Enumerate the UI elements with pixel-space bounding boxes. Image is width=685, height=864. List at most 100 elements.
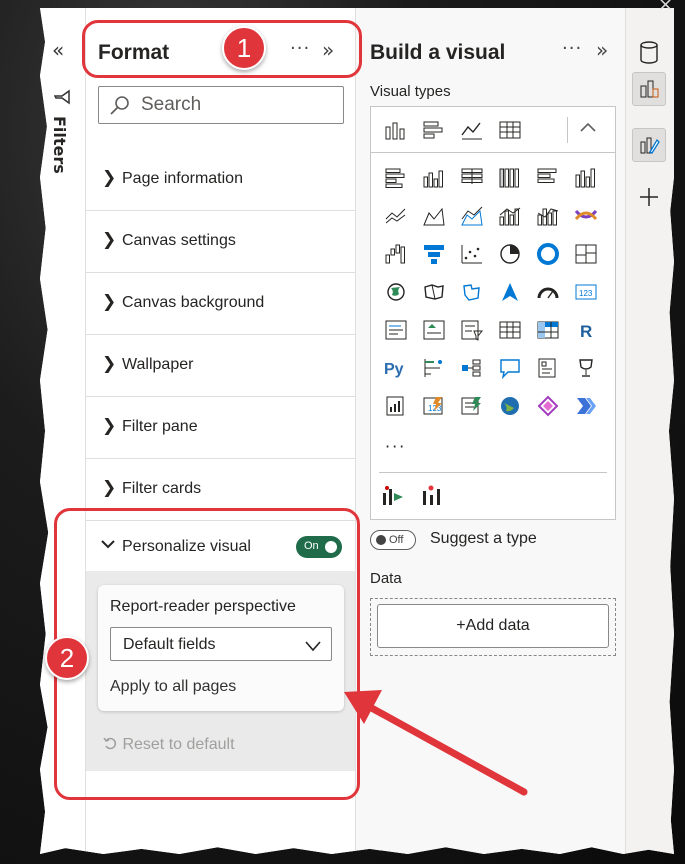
format-visual-icon[interactable] xyxy=(632,128,666,162)
callout-box-2 xyxy=(54,508,360,800)
plus-icon[interactable] xyxy=(632,180,666,214)
section-label: Wallpaper xyxy=(122,356,194,373)
power-automate-icon[interactable] xyxy=(453,387,491,425)
kpi-icon[interactable] xyxy=(415,311,453,349)
format-search[interactable] xyxy=(98,86,344,124)
app-window: « Filters Format ··· » ❯ Page informatio… xyxy=(40,8,674,854)
goals-icon[interactable] xyxy=(567,349,605,387)
toggle-state: Off xyxy=(389,534,404,546)
smart-narrative-icon[interactable] xyxy=(529,349,567,387)
section-label: Filter pane xyxy=(122,418,198,435)
close-icon[interactable]: × xyxy=(658,0,673,15)
paginated-report-icon[interactable] xyxy=(377,387,415,425)
custom-visual-icon[interactable] xyxy=(567,387,605,425)
area-chart-icon[interactable] xyxy=(415,197,453,235)
section-label: Page information xyxy=(122,170,243,187)
card-icon[interactable]: 123 xyxy=(567,273,605,311)
section-label: Canvas settings xyxy=(122,232,236,249)
scatter-chart-icon[interactable] xyxy=(453,235,491,273)
search-input[interactable] xyxy=(141,93,331,117)
svg-text:Py: Py xyxy=(384,361,404,378)
section-filter-pane[interactable]: ❯ Filter pane xyxy=(86,398,355,459)
section-wallpaper[interactable]: ❯ Wallpaper xyxy=(86,336,355,397)
line-chart-icon[interactable] xyxy=(453,111,491,149)
svg-text:R: R xyxy=(580,322,592,341)
section-canvas-settings[interactable]: ❯ Canvas settings xyxy=(86,212,355,273)
chevron-right-icon: ❯ xyxy=(102,416,117,436)
suggest-type-label: Suggest a type xyxy=(430,530,537,547)
suggest-type-toggle[interactable]: Off xyxy=(370,530,416,550)
clustered-bar-chart-icon[interactable] xyxy=(377,159,415,197)
map-icon[interactable] xyxy=(377,273,415,311)
line-clustered-column-icon[interactable] xyxy=(529,197,567,235)
chevron-right-icon: ❯ xyxy=(102,168,117,188)
chevron-right-icon: ❯ xyxy=(102,292,117,312)
data-label: Data xyxy=(370,570,402,587)
decomposition-tree-icon[interactable] xyxy=(453,349,491,387)
right-rail xyxy=(626,8,674,854)
svg-text:123: 123 xyxy=(579,289,593,298)
funnel-icon xyxy=(53,88,70,110)
filters-label[interactable]: Filters xyxy=(50,116,69,174)
more-options-icon[interactable]: ··· xyxy=(562,38,582,59)
visual-types-grid: 123 R Py 123 xyxy=(377,159,605,425)
power-apps-icon[interactable]: 123 xyxy=(415,387,453,425)
visual-types-recent xyxy=(371,107,615,153)
custom-visual-icon-2[interactable] xyxy=(419,483,445,513)
shape-map-icon[interactable] xyxy=(453,273,491,311)
build-visual-icon[interactable] xyxy=(632,72,666,106)
stacked-bar-chart-icon[interactable] xyxy=(415,111,453,149)
more-visuals-icon[interactable]: ··· xyxy=(385,437,406,456)
key-influencers-icon[interactable] xyxy=(415,349,453,387)
bar-chart-icon[interactable] xyxy=(529,159,567,197)
qa-icon[interactable] xyxy=(491,349,529,387)
stacked-column-100-icon[interactable] xyxy=(491,159,529,197)
line-chart-icon[interactable] xyxy=(377,197,415,235)
build-visual-title: Build a visual xyxy=(370,41,506,64)
power-bi-visual-icon[interactable] xyxy=(529,387,567,425)
custom-visual-icon-1[interactable] xyxy=(379,483,405,513)
callout-badge-2: 2 xyxy=(45,636,89,680)
filled-map-icon[interactable] xyxy=(415,273,453,311)
treemap-icon[interactable] xyxy=(567,235,605,273)
gauge-icon[interactable] xyxy=(529,273,567,311)
chevron-right-icon: ❯ xyxy=(102,230,117,250)
add-data-button[interactable]: +Add data xyxy=(377,604,609,648)
stacked-column-chart-icon[interactable] xyxy=(377,111,415,149)
database-icon[interactable] xyxy=(632,36,666,70)
arcgis-map-icon[interactable] xyxy=(491,387,529,425)
collapse-build-icon[interactable]: » xyxy=(596,38,608,62)
toggle-knob xyxy=(376,535,386,545)
data-well: +Add data xyxy=(370,598,616,656)
section-label: Filter cards xyxy=(122,480,202,497)
table-icon[interactable] xyxy=(491,311,529,349)
donut-chart-icon[interactable] xyxy=(529,235,567,273)
matrix-icon[interactable] xyxy=(529,311,567,349)
ribbon-chart-icon[interactable] xyxy=(567,197,605,235)
chevron-up-icon[interactable] xyxy=(579,119,597,138)
chevron-right-icon: ❯ xyxy=(102,478,117,498)
section-canvas-background[interactable]: ❯ Canvas background xyxy=(86,274,355,335)
column-chart-icon[interactable] xyxy=(567,159,605,197)
divider xyxy=(379,472,607,473)
slicer-icon[interactable] xyxy=(453,311,491,349)
expand-filters-icon[interactable]: « xyxy=(52,38,64,62)
r-visual-icon[interactable]: R xyxy=(567,311,605,349)
python-visual-icon[interactable]: Py xyxy=(377,349,415,387)
azure-map-icon[interactable] xyxy=(491,273,529,311)
multi-row-card-icon[interactable] xyxy=(377,311,415,349)
stacked-area-chart-icon[interactable] xyxy=(453,197,491,235)
section-label: Canvas background xyxy=(122,294,265,311)
stacked-bar-100-icon[interactable] xyxy=(453,159,491,197)
visual-types-gallery: 123 R Py 123 ··· xyxy=(370,106,616,520)
visual-types-label: Visual types xyxy=(370,83,451,100)
clustered-column-chart-icon[interactable] xyxy=(415,159,453,197)
chevron-right-icon: ❯ xyxy=(102,354,117,374)
section-page-information[interactable]: ❯ Page information xyxy=(86,150,355,211)
callout-arrow-icon xyxy=(344,690,528,796)
waterfall-chart-icon[interactable] xyxy=(377,235,415,273)
pie-chart-icon[interactable] xyxy=(491,235,529,273)
line-column-chart-icon[interactable] xyxy=(491,197,529,235)
table-icon[interactable] xyxy=(491,111,529,149)
funnel-chart-icon[interactable] xyxy=(415,235,453,273)
